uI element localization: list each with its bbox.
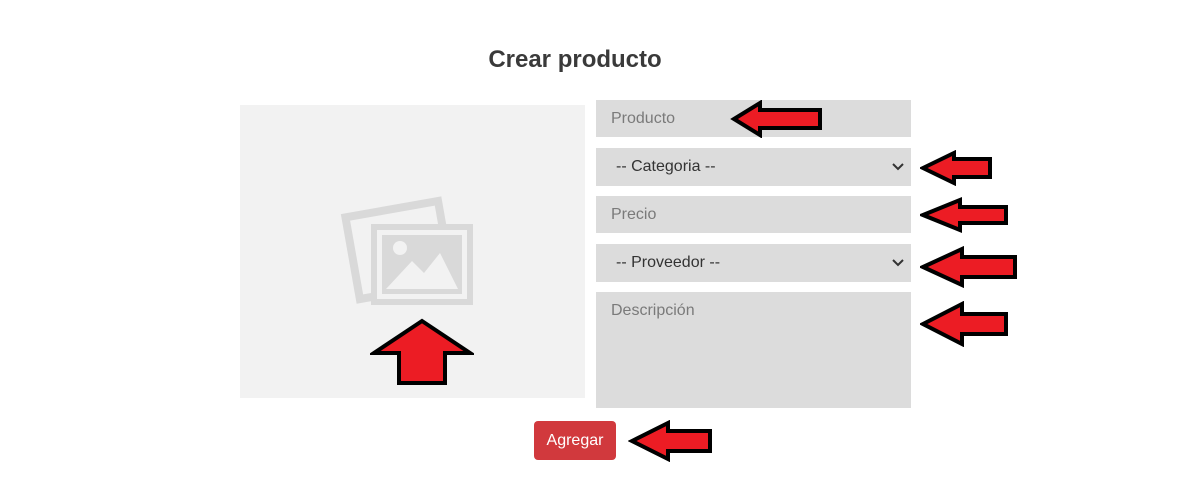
left-arrow-annotation bbox=[730, 100, 822, 138]
chevron-down-icon bbox=[892, 163, 904, 171]
left-arrow-annotation bbox=[920, 301, 1008, 347]
description-textarea[interactable] bbox=[596, 292, 911, 408]
left-arrow-annotation bbox=[920, 246, 1017, 288]
price-input[interactable] bbox=[596, 196, 911, 233]
category-select[interactable]: -- Categoria -- bbox=[596, 148, 911, 186]
left-arrow-annotation bbox=[920, 197, 1008, 233]
image-upload-area[interactable] bbox=[240, 105, 585, 398]
supplier-select[interactable]: -- Proveedor -- bbox=[596, 244, 911, 282]
supplier-select-value: -- Proveedor -- bbox=[616, 254, 721, 271]
category-select-value: -- Categoria -- bbox=[616, 158, 716, 175]
add-button[interactable]: Agregar bbox=[534, 421, 616, 460]
page-title: Crear producto bbox=[488, 46, 662, 73]
up-arrow-annotation bbox=[370, 318, 474, 385]
chevron-down-icon bbox=[892, 259, 904, 267]
left-arrow-annotation bbox=[628, 420, 712, 462]
left-arrow-annotation bbox=[920, 150, 992, 186]
